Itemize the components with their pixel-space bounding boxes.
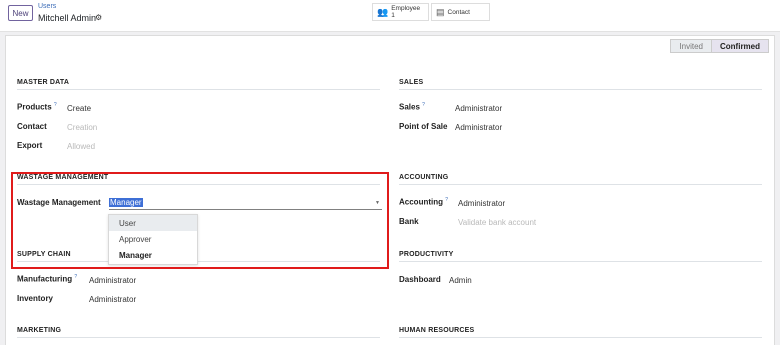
sales-label: Sales ?: [399, 102, 425, 112]
employee-label: Employee: [391, 5, 421, 12]
dashboard-label: Dashboard: [399, 275, 441, 284]
highlight-frame: [11, 172, 389, 269]
section-title-human-resources: HUMAN RESOURCES: [399, 327, 475, 334]
section-title-accounting: ACCOUNTING: [399, 174, 449, 181]
section-title-productivity: PRODUCTIVITY: [399, 251, 454, 258]
contact-label: Contact: [17, 122, 47, 131]
breadcrumb-parent-link[interactable]: Users: [38, 3, 56, 10]
section-divider: [399, 89, 762, 90]
help-icon[interactable]: ?: [74, 274, 77, 280]
employee-count: 1: [391, 12, 395, 19]
inventory-label: Inventory: [17, 294, 54, 303]
products-label: Products ?: [17, 102, 57, 112]
help-icon[interactable]: ?: [422, 102, 425, 108]
control-panel: New Users Mitchell Admin ⚙ 👥 Employee 1 …: [0, 0, 780, 32]
point-of-sale-label: Point of Sale: [399, 122, 448, 131]
export-label: Export: [17, 141, 43, 150]
contact-label: Contact: [447, 8, 470, 16]
dashboard-value[interactable]: Admin: [449, 276, 472, 285]
products-value[interactable]: Create: [67, 104, 91, 113]
section-divider: [17, 337, 380, 338]
help-icon[interactable]: ?: [445, 197, 448, 203]
breadcrumb-current: Mitchell Admin: [38, 13, 97, 23]
employee-smart-button[interactable]: 👥 Employee 1: [372, 3, 429, 21]
accounting-label: Accounting ?: [399, 197, 449, 207]
status-confirmed[interactable]: Confirmed: [711, 39, 769, 53]
gear-icon[interactable]: ⚙: [95, 13, 102, 22]
users-icon: 👥: [377, 6, 389, 17]
section-divider: [399, 184, 762, 185]
export-value[interactable]: Allowed: [67, 142, 95, 151]
help-icon[interactable]: ?: [54, 102, 57, 108]
new-button[interactable]: New: [8, 5, 33, 21]
bank-value[interactable]: Validate bank account: [458, 218, 536, 227]
sales-value[interactable]: Administrator: [455, 104, 502, 113]
manufacturing-label: Manufacturing ?: [17, 274, 78, 284]
statusbar: Invited Confirmed: [670, 39, 769, 53]
bank-label: Bank: [399, 217, 419, 226]
accounting-value[interactable]: Administrator: [458, 199, 505, 208]
contact-card-icon: ▤: [436, 6, 445, 17]
section-divider: [399, 337, 762, 338]
section-divider: [17, 89, 380, 90]
section-title-sales: SALES: [399, 79, 424, 86]
manufacturing-value[interactable]: Administrator: [89, 276, 136, 285]
point-of-sale-value[interactable]: Administrator: [455, 123, 502, 132]
contact-value[interactable]: Creation: [67, 123, 97, 132]
section-divider: [399, 261, 762, 262]
section-title-master-data: MASTER DATA: [17, 79, 70, 86]
contact-smart-button[interactable]: ▤ Contact: [431, 3, 490, 21]
status-invited[interactable]: Invited: [670, 39, 711, 53]
inventory-value[interactable]: Administrator: [89, 295, 136, 304]
section-title-marketing: MARKETING: [17, 327, 62, 334]
